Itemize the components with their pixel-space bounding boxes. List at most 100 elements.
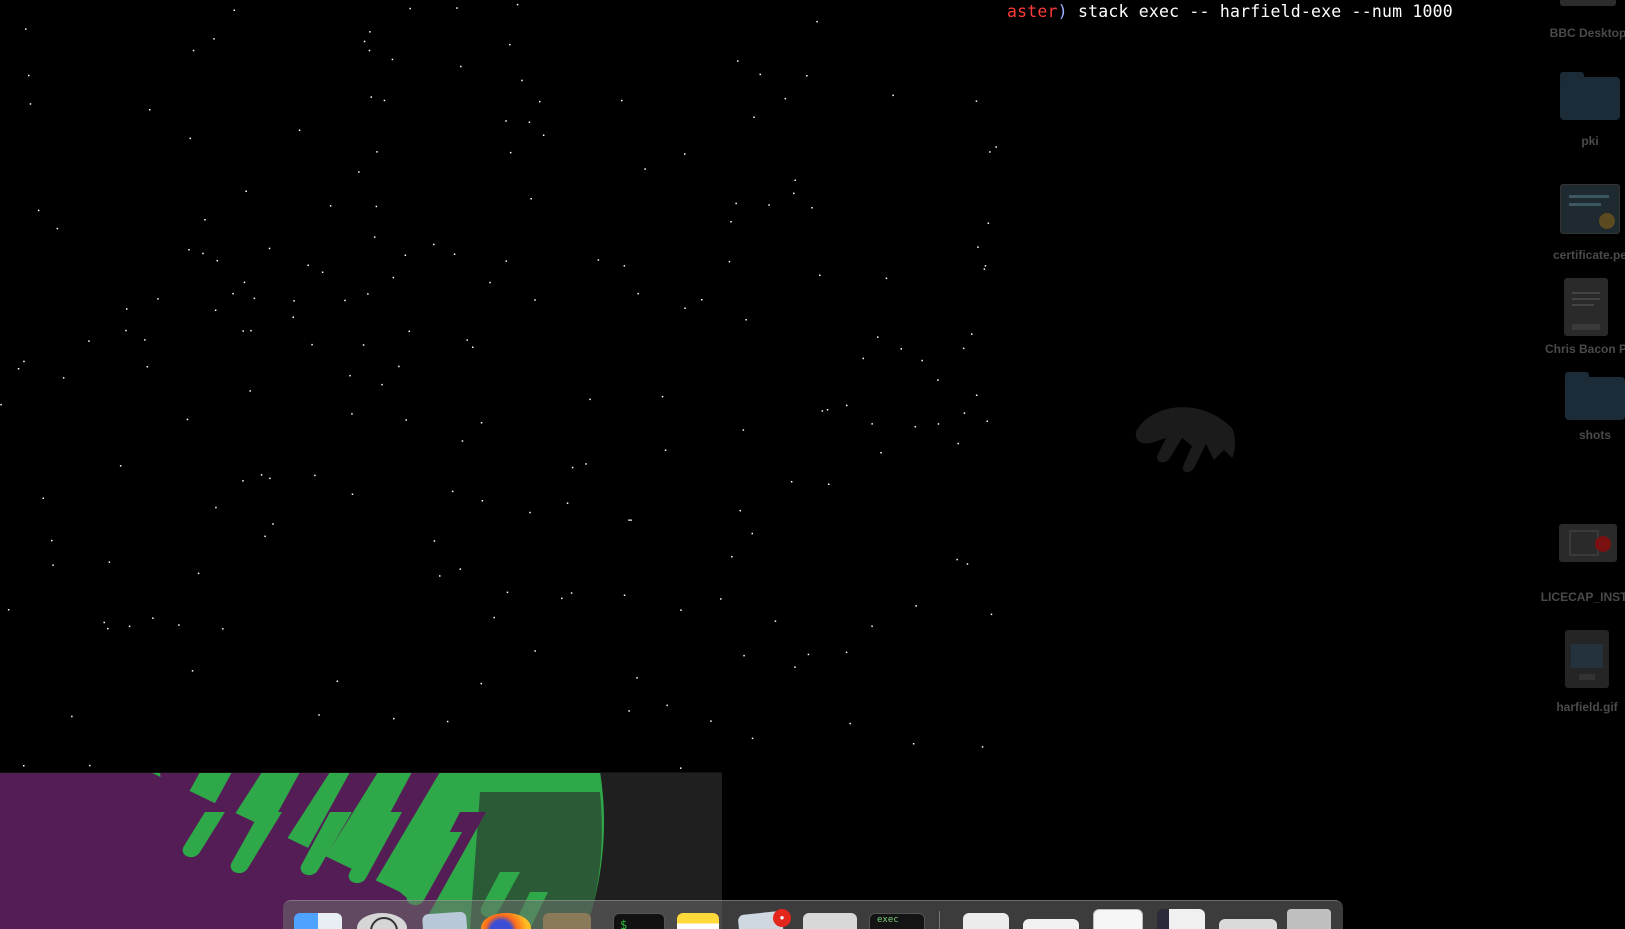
star bbox=[460, 65, 462, 68]
star bbox=[29, 103, 32, 105]
window-thumbnail[interactable] bbox=[1219, 919, 1277, 929]
star bbox=[28, 74, 30, 77]
desktop-icon-label: harfield.gif bbox=[1556, 700, 1618, 714]
star bbox=[481, 500, 484, 502]
certificate-icon bbox=[1560, 184, 1620, 234]
star bbox=[344, 299, 346, 302]
star bbox=[937, 379, 939, 381]
star bbox=[391, 58, 394, 61]
desktop-icon-bbc-desktop[interactable]: BBC Desktop bbox=[1528, 0, 1625, 40]
star bbox=[146, 366, 149, 368]
notes-icon[interactable] bbox=[677, 913, 719, 929]
star bbox=[739, 509, 741, 512]
star bbox=[644, 168, 646, 170]
star bbox=[368, 49, 371, 52]
star bbox=[784, 97, 787, 100]
star bbox=[561, 597, 563, 600]
desktop-icon-label: BBC Desktop bbox=[1549, 26, 1625, 40]
document-thumbnail[interactable] bbox=[1023, 919, 1079, 929]
launchpad-icon[interactable] bbox=[357, 913, 407, 929]
terminal-window-thumbnail[interactable]: exec bbox=[869, 913, 925, 929]
desktop-icon-shots[interactable]: shots bbox=[1535, 372, 1625, 442]
star bbox=[821, 410, 824, 412]
star bbox=[329, 205, 332, 207]
desktop-icon-certificate[interactable]: certificate.pe bbox=[1530, 184, 1625, 262]
terminal-command-line[interactable]: aster) stack exec -- harfield-exe --num … bbox=[1007, 2, 1453, 21]
star bbox=[358, 171, 360, 173]
star bbox=[0, 403, 2, 406]
star bbox=[636, 677, 638, 679]
star bbox=[311, 343, 313, 346]
terminal-icon[interactable]: $_ bbox=[613, 913, 665, 929]
star bbox=[202, 252, 204, 255]
star bbox=[811, 207, 813, 209]
star bbox=[56, 227, 59, 230]
trash-icon[interactable] bbox=[1287, 909, 1331, 929]
document-thumbnail[interactable] bbox=[1093, 909, 1143, 929]
star bbox=[367, 293, 369, 295]
star bbox=[107, 627, 109, 630]
star bbox=[914, 426, 917, 428]
photos-icon[interactable] bbox=[543, 913, 591, 929]
star bbox=[701, 299, 703, 301]
star bbox=[680, 609, 682, 611]
star bbox=[542, 134, 545, 136]
star bbox=[404, 254, 407, 256]
star bbox=[242, 330, 244, 332]
finder-icon[interactable] bbox=[294, 913, 342, 929]
git-branch-name: aster bbox=[1007, 2, 1058, 21]
desktop-icon-label: pki bbox=[1581, 134, 1599, 148]
star bbox=[125, 329, 127, 332]
star bbox=[880, 452, 882, 454]
window-thumbnail[interactable] bbox=[803, 913, 857, 929]
desktop-icon-licecap[interactable]: LICECAP_INSTA bbox=[1528, 524, 1625, 604]
desktop-icon-docx[interactable]: Chris Bacon P bbox=[1526, 278, 1625, 356]
star bbox=[433, 540, 436, 542]
star bbox=[790, 481, 793, 483]
star bbox=[472, 346, 474, 348]
terminal-command: stack exec -- harfield-exe --num 1000 bbox=[1067, 2, 1453, 21]
star bbox=[745, 319, 747, 321]
star bbox=[188, 249, 190, 251]
star bbox=[846, 404, 848, 407]
docx-icon bbox=[1564, 278, 1608, 336]
desktop-icon-harfield-gif[interactable]: harfield.gif bbox=[1527, 630, 1625, 714]
star bbox=[363, 40, 366, 43]
star bbox=[459, 568, 462, 570]
star bbox=[743, 654, 745, 657]
star bbox=[534, 299, 536, 301]
star bbox=[242, 480, 244, 482]
star bbox=[983, 268, 986, 270]
star bbox=[735, 202, 737, 205]
star bbox=[828, 483, 830, 485]
preview-icon[interactable] bbox=[422, 911, 468, 929]
star bbox=[819, 274, 821, 276]
star bbox=[191, 670, 194, 672]
star bbox=[480, 422, 483, 424]
star bbox=[753, 116, 755, 118]
star bbox=[728, 260, 731, 263]
star bbox=[530, 198, 532, 200]
star bbox=[489, 281, 491, 284]
star bbox=[466, 339, 468, 341]
star bbox=[23, 360, 25, 363]
star bbox=[383, 99, 386, 102]
star bbox=[370, 96, 372, 98]
star bbox=[321, 271, 324, 273]
star bbox=[298, 129, 301, 131]
firefox-icon[interactable] bbox=[481, 913, 531, 929]
star bbox=[128, 625, 131, 628]
star bbox=[189, 137, 191, 140]
screenshot-thumbnail[interactable] bbox=[1157, 909, 1205, 929]
star bbox=[751, 532, 753, 535]
document-thumbnail[interactable] bbox=[963, 913, 1009, 929]
star bbox=[971, 333, 973, 335]
star bbox=[506, 591, 509, 594]
star bbox=[349, 374, 351, 377]
desktop-icon-pki[interactable]: pki bbox=[1530, 72, 1625, 148]
star bbox=[71, 715, 73, 718]
star bbox=[768, 204, 770, 206]
star bbox=[186, 418, 189, 421]
star bbox=[25, 28, 27, 30]
star bbox=[845, 651, 848, 654]
